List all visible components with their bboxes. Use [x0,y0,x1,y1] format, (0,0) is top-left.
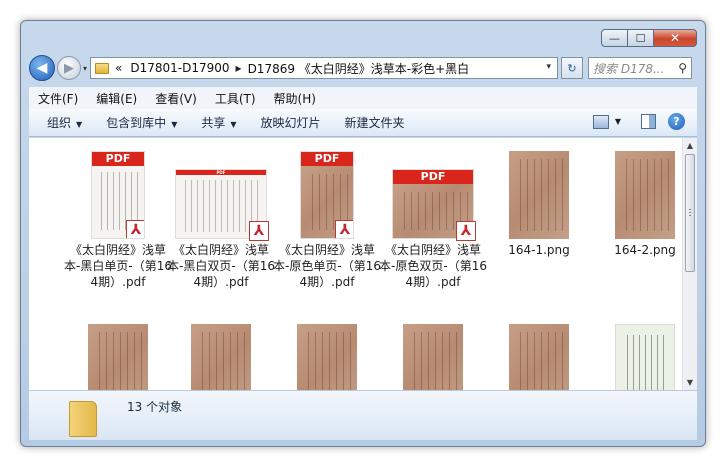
back-arrow-icon: ◀ [36,60,48,76]
file-name: 《太白阴经》浅草本-原色双页-（第164期）.pdf [379,243,487,289]
file-item[interactable] [379,324,487,390]
menu-file[interactable]: 文件(F) [38,90,78,107]
help-icon[interactable]: ? [668,113,685,130]
file-name: 《太白阴经》浅草本-黑白双页-（第164期）.pdf [167,243,275,289]
view-controls: ▼ ? [592,113,685,130]
file-name: 《太白阴经》浅草本-黑白单页-（第164期）.pdf [64,243,172,289]
file-item[interactable]: PDF ⅄ 《太白阴经》浅草本-黑白单页-（第164期）.pdf [64,151,172,290]
pdf-banner: PDF [393,170,473,184]
pdf-thumbnail: PDF ⅄ [91,151,145,239]
pdf-banner: PDF [92,152,144,166]
file-item[interactable]: PDF ⅄ 《太白阴经》浅草本-原色双页-（第164期）.pdf [379,151,487,290]
menu-view[interactable]: 查看(V) [155,90,197,107]
file-item[interactable] [273,324,381,390]
breadcrumb-separator-icon[interactable]: ▸ [236,61,242,75]
search-icon[interactable]: ⚲ [678,61,687,75]
folder-icon [69,401,97,437]
file-item[interactable] [64,324,172,390]
pdf-thumbnail: PDF ⅄ [392,151,476,241]
vertical-scrollbar[interactable]: ▲ ▼ [682,138,697,390]
include-library-label: 包含到库中 [106,116,167,130]
chevron-down-icon: ▼ [230,120,237,129]
image-thumbnail [615,324,675,390]
chevron-down-icon: ▼ [76,120,83,129]
command-bar: 组织 ▼ 包含到库中 ▼ 共享 ▼ 放映幻灯片 新建文件夹 ▼ ? [29,109,697,137]
menu-edit[interactable]: 编辑(E) [96,90,137,107]
file-item[interactable]: PDF ⅄ 《太白阴经》浅草本-黑白双页-（第164期）.pdf [167,151,275,290]
image-thumbnail [191,324,251,390]
file-view[interactable]: PDF ⅄ 《太白阴经》浅草本-黑白单页-（第164期）.pdf PDF ⅄ 《… [29,138,697,390]
address-dropdown-icon[interactable]: ▾ [546,62,551,72]
chevron-down-icon: ▼ [171,120,178,129]
back-button[interactable]: ◀ [29,55,55,81]
address-row: ◀ ▶ ▾ « D17801-D17900 ▸ D17869 《太白阴经》浅草本… [29,53,697,83]
acrobat-icon: ⅄ [249,221,269,241]
minimize-button[interactable]: — [601,29,628,47]
slideshow-button[interactable]: 放映幻灯片 [261,114,321,131]
new-folder-button[interactable]: 新建文件夹 [345,114,405,131]
acrobat-icon: ⅄ [456,221,476,241]
file-item[interactable] [167,324,275,390]
menu-tools[interactable]: 工具(T) [215,90,256,107]
close-button[interactable]: ✕ [653,29,697,47]
forward-button[interactable]: ▶ [57,56,81,80]
scroll-down-button[interactable]: ▼ [683,375,697,390]
image-thumbnail [88,324,148,390]
image-thumbnail [509,324,569,390]
include-library-button[interactable]: 包含到库中 ▼ [106,114,177,131]
organize-button[interactable]: 组织 ▼ [47,114,82,131]
details-pane: 13 个对象 [29,390,697,440]
maximize-button[interactable]: ☐ [627,29,654,47]
share-label: 共享 [201,116,226,130]
refresh-icon: ↻ [567,61,577,75]
preview-pane-icon[interactable] [641,114,656,129]
recent-pages-dropdown[interactable]: ▾ [83,64,87,73]
image-thumbnail [615,151,675,239]
image-thumbnail [509,151,569,239]
file-name: 《太白阴经》浅草本-原色单页-（第164期）.pdf [273,243,381,289]
menu-bar: 文件(F) 编辑(E) 查看(V) 工具(T) 帮助(H) [29,87,697,109]
scroll-up-button[interactable]: ▲ [683,138,697,153]
refresh-button[interactable]: ↻ [561,57,584,79]
caption-buttons: — ☐ ✕ [601,29,697,47]
share-button[interactable]: 共享 ▼ [201,114,236,131]
pdf-banner: PDF [176,170,266,175]
search-placeholder: 搜索 D178... [593,61,665,76]
change-view-icon[interactable] [592,114,609,129]
address-bar[interactable]: « D17801-D17900 ▸ D17869 《太白阴经》浅草本-彩色+黑白… [90,57,559,79]
file-item[interactable] [485,324,593,390]
acrobat-icon: ⅄ [126,220,144,238]
scroll-thumb[interactable] [685,154,695,272]
breadcrumb-item-current[interactable]: D17869 《太白阴经》浅草本-彩色+黑白 [248,60,470,77]
organize-label: 组织 [47,116,72,130]
pdf-banner: PDF [301,152,353,166]
file-item[interactable]: PDF ⅄ 《太白阴经》浅草本-原色单页-（第164期）.pdf [273,151,381,290]
breadcrumb-item-parent[interactable]: D17801-D17900 [130,61,229,75]
file-name: 164-1.png [508,243,570,257]
item-count: 13 个对象 [127,400,183,414]
pdf-thumbnail: PDF ⅄ [300,151,354,239]
view-options-dropdown[interactable]: ▼ [615,117,621,126]
file-item[interactable]: 164-1.png [485,151,593,258]
pdf-thumbnail: PDF ⅄ [175,151,269,241]
image-thumbnail [403,324,463,390]
explorer-window: — ☐ ✕ ◀ ▶ ▾ « D17801-D17900 ▸ D17869 《太白… [20,20,706,447]
acrobat-icon: ⅄ [335,220,353,238]
forward-arrow-icon: ▶ [64,60,74,76]
search-input[interactable]: 搜索 D178... ⚲ [588,57,693,79]
image-thumbnail [297,324,357,390]
menu-help[interactable]: 帮助(H) [274,90,316,107]
scroll-grip-icon [689,209,691,217]
breadcrumb-overflow[interactable]: « [115,61,122,75]
folder-icon [95,62,110,74]
